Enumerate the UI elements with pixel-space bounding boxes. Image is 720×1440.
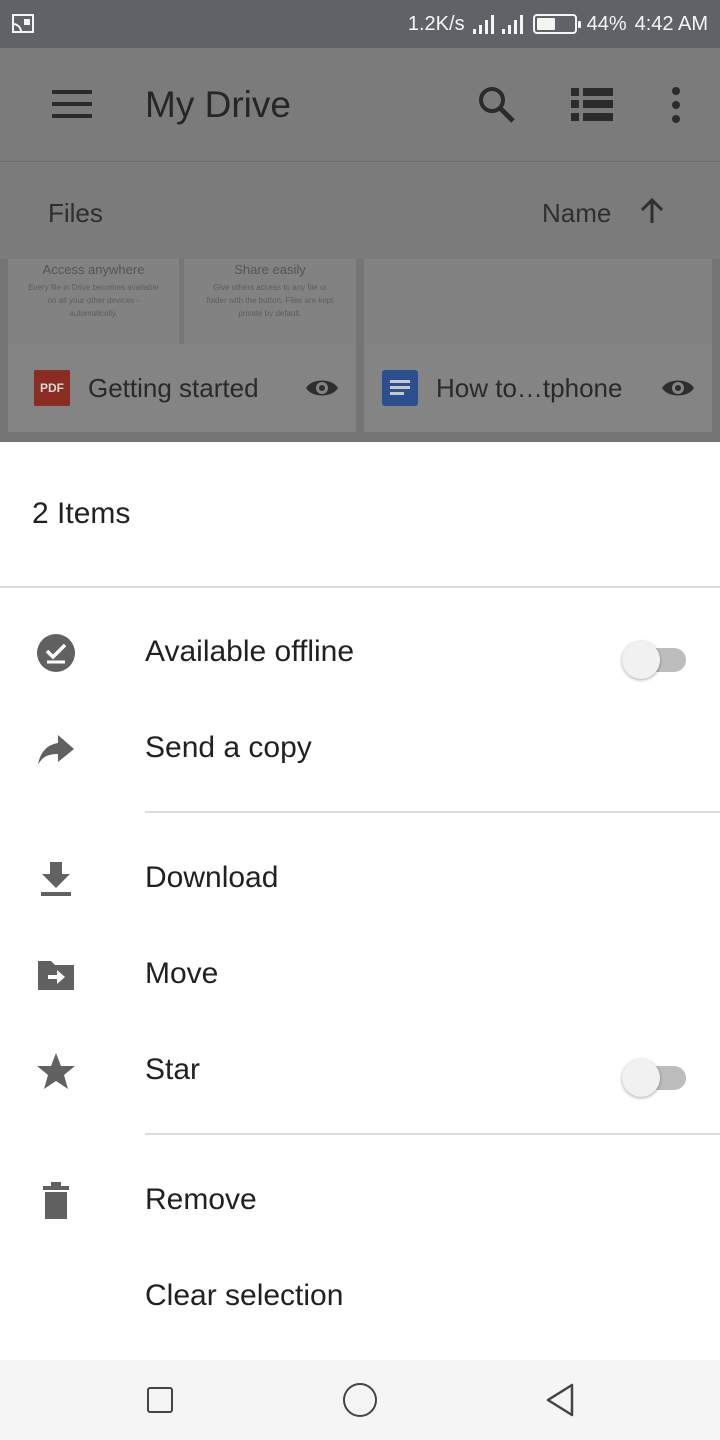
divider xyxy=(145,1133,720,1135)
move-folder-icon xyxy=(38,961,74,990)
page-title: My Drive xyxy=(145,84,291,125)
signal-icon xyxy=(472,14,494,34)
menu-item-available-offline[interactable]: Available offline xyxy=(0,605,720,701)
status-bar: 1.2K/s 44% 4:42 AM xyxy=(0,0,720,48)
sort-by-name-button[interactable]: Name xyxy=(542,198,611,229)
docs-icon xyxy=(382,370,418,406)
available-offline-toggle[interactable] xyxy=(622,637,686,679)
file-name: Getting started xyxy=(88,372,259,403)
menu-item-label: Remove xyxy=(145,1183,257,1216)
cast-icon xyxy=(12,14,34,33)
file-card[interactable]: How to…tphone xyxy=(364,344,712,432)
system-nav-bar xyxy=(0,1360,720,1440)
arrow-up-icon[interactable] xyxy=(638,197,666,225)
menu-item-download[interactable]: Download xyxy=(0,831,720,927)
share-arrow-icon xyxy=(38,735,74,765)
preview-eye-icon[interactable] xyxy=(305,376,339,400)
section-label: Files xyxy=(48,198,103,228)
file-thumbnail xyxy=(364,259,712,344)
file-name: How to…tphone xyxy=(436,372,623,403)
menu-item-label: Star xyxy=(145,1053,201,1086)
menu-item-label: Clear selection xyxy=(145,1279,344,1312)
star-toggle[interactable] xyxy=(622,1055,686,1097)
file-card[interactable]: PDF Getting started xyxy=(8,344,356,432)
bottom-sheet: 2 Items Available offline Send a copy Do… xyxy=(0,442,720,1360)
menu-item-move[interactable]: Move xyxy=(0,927,720,1023)
offline-check-icon xyxy=(37,634,75,672)
divider xyxy=(145,811,720,813)
download-icon xyxy=(41,862,71,896)
menu-icon[interactable] xyxy=(52,90,92,118)
menu-item-label: Download xyxy=(145,861,279,894)
menu-item-label: Available offline xyxy=(145,635,355,668)
file-thumbnail-panel: Share easily Give others access to any f… xyxy=(184,259,356,344)
back-icon[interactable] xyxy=(545,1383,575,1417)
home-icon[interactable] xyxy=(343,1383,377,1417)
search-icon[interactable] xyxy=(476,84,516,124)
signal-h-plus-icon xyxy=(501,14,523,34)
pdf-icon: PDF xyxy=(34,370,70,406)
thumb-panel-desc: Every file in Drive becomes available on… xyxy=(28,283,159,318)
file-thumbnail-panel: Access anywhere Every file in Drive beco… xyxy=(8,259,179,344)
menu-item-star[interactable]: Star xyxy=(0,1023,720,1119)
menu-item-clear-selection[interactable]: Clear selection xyxy=(0,1249,720,1345)
divider xyxy=(0,586,720,588)
sheet-title: 2 Items xyxy=(32,497,131,530)
menu-item-label: Send a copy xyxy=(145,731,312,764)
thumb-panel-desc: Give others access to any file or folder… xyxy=(206,283,334,318)
net-speed: 1.2K/s xyxy=(407,12,465,35)
thumb-panel-title: Share easily xyxy=(234,262,306,277)
list-view-icon[interactable] xyxy=(571,88,613,121)
file-grid: Access anywhere Every file in Drive beco… xyxy=(0,259,720,442)
thumb-panel-title: Access anywhere xyxy=(42,262,145,277)
app-bar: My Drive xyxy=(0,48,720,161)
menu-item-remove[interactable]: Remove xyxy=(0,1153,720,1249)
clock: 4:42 AM xyxy=(634,12,708,35)
battery-level: 44% xyxy=(586,12,627,35)
menu-item-send-a-copy[interactable]: Send a copy xyxy=(0,701,720,797)
star-icon xyxy=(37,1053,75,1089)
sort-bar: Files Name xyxy=(0,161,720,259)
menu-item-label: Move xyxy=(145,957,219,990)
battery-icon xyxy=(532,14,581,34)
more-vert-icon[interactable] xyxy=(668,86,684,124)
trash-icon xyxy=(43,1182,69,1219)
recents-icon[interactable] xyxy=(147,1387,173,1413)
preview-eye-icon[interactable] xyxy=(661,376,695,400)
